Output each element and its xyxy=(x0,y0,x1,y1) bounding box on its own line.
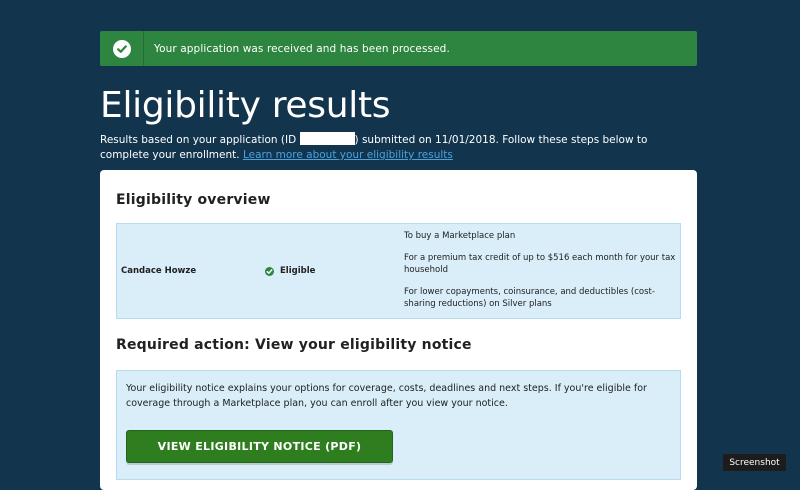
applicant-name: Candace Howze xyxy=(121,266,197,276)
check-circle-icon xyxy=(265,266,274,276)
page-title: Eligibility results xyxy=(100,85,391,126)
screenshot-label: Screenshot xyxy=(723,454,786,471)
reason-item: For lower copayments, coinsurance, and d… xyxy=(404,287,655,309)
eligibility-table: Candace Howze Eligible To buy a Marketpl… xyxy=(116,223,681,319)
alert-message: Your application was received and has be… xyxy=(154,42,450,55)
status-label: Eligible xyxy=(280,266,316,276)
reason-item: For a premium tax credit of up to $516 e… xyxy=(404,253,676,275)
status-badge: Eligible xyxy=(265,266,315,276)
reason-item: To buy a Marketplace plan xyxy=(404,231,516,241)
alert-icon-container xyxy=(100,31,144,66)
view-notice-button[interactable]: VIEW ELIGIBILITY NOTICE (PDF) xyxy=(126,430,393,463)
required-action-heading: Required action: View your eligibility n… xyxy=(116,337,472,353)
intro-text: Results based on your application (ID ) … xyxy=(100,132,690,163)
notice-description: Your eligibility notice explains your op… xyxy=(126,383,647,409)
check-circle-icon xyxy=(112,39,131,58)
intro-text-start: Results based on your application (ID xyxy=(100,134,300,146)
results-card: Eligibility overview Candace Howze Eligi… xyxy=(100,170,697,490)
notice-panel: Your eligibility notice explains your op… xyxy=(116,370,681,480)
success-alert: Your application was received and has be… xyxy=(100,31,697,66)
redacted-application-id xyxy=(299,132,355,145)
overview-heading: Eligibility overview xyxy=(116,192,271,208)
eligibility-reasons: To buy a Marketplace plan For a premium … xyxy=(404,230,676,320)
learn-more-link[interactable]: Learn more about your eligibility result… xyxy=(243,149,453,161)
